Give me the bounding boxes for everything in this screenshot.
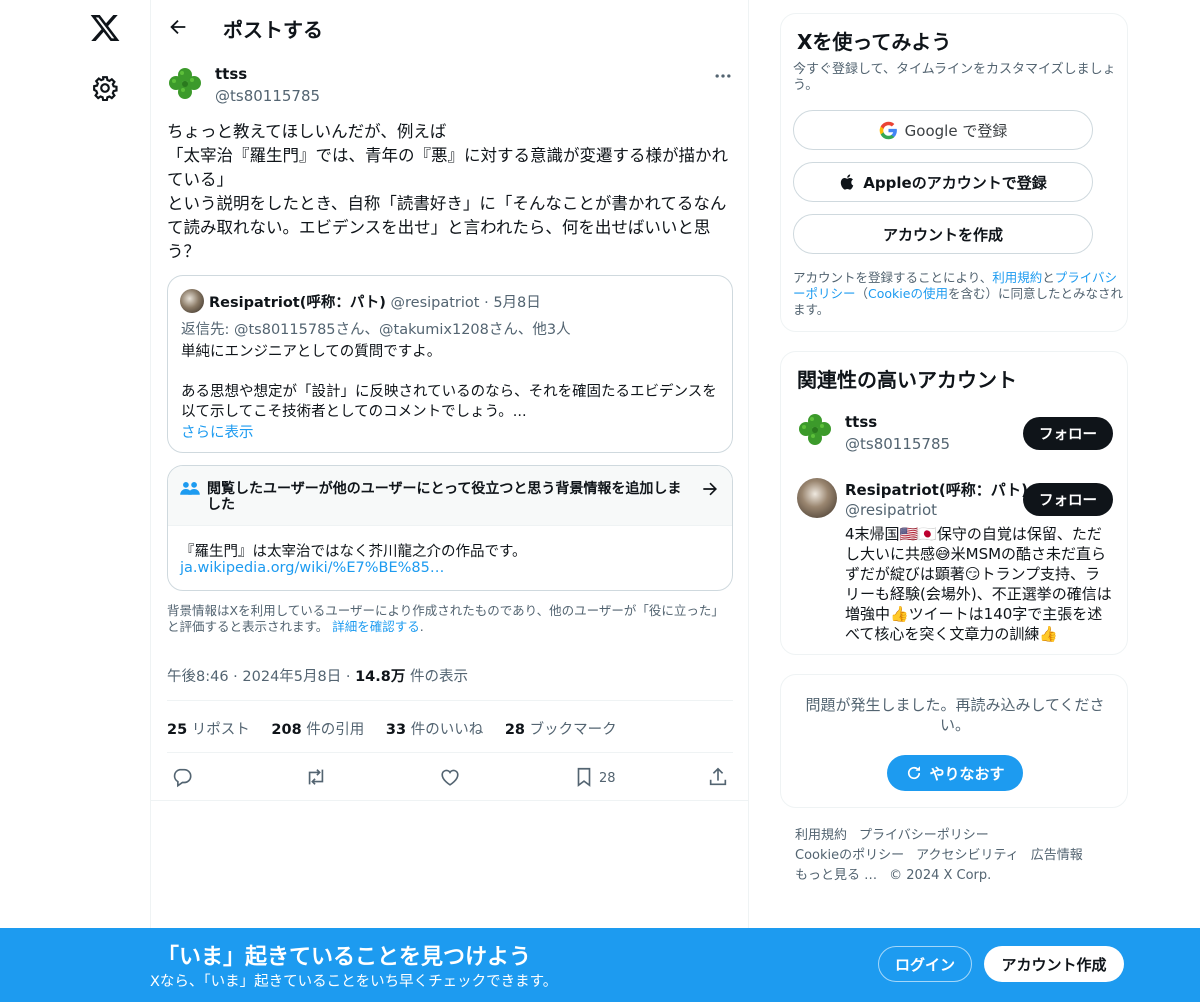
banner-title: 「いま」起きていることを見つけよう bbox=[157, 945, 532, 970]
account-avatar[interactable] bbox=[797, 478, 837, 518]
left-nav bbox=[0, 0, 150, 930]
quote-date: 5月8日 bbox=[493, 295, 541, 311]
post-text: ちょっと教えてほしいんだが、例えば 「太宰治『羅生門』では、青年の『悪』に対する… bbox=[167, 122, 728, 261]
footer-period: . bbox=[419, 619, 424, 634]
post-meta: 午後8:46 · 2024年5月8日 · 14.8万 件の表示 bbox=[167, 665, 468, 686]
bookmarks-stat[interactable]: 28 ブックマーク bbox=[505, 722, 617, 738]
likes-stat[interactable]: 33 件のいいね bbox=[386, 722, 483, 738]
banner-subtitle: Xなら、「いま」起きていることをいち早くチェックできます。 bbox=[150, 974, 558, 990]
signup-card: Xを使ってみよう 今すぐ登録して、タイムラインをカスタマイズしましょう。 Goo… bbox=[780, 13, 1128, 332]
signup-banner: 「いま」起きていることを見つけよう Xなら、「いま」起きていることをいち早くチェ… bbox=[0, 928, 1200, 1002]
show-more-link[interactable]: さらに表示 bbox=[181, 421, 254, 442]
page-title: ポストする bbox=[223, 18, 323, 42]
community-note-footer: 背景情報はXを利用しているユーザーにより作成されたものであり、他のユーザーが「役… bbox=[167, 603, 733, 635]
relevant-accounts-title: 関連性の高いアカウント bbox=[797, 368, 1017, 392]
reposts-stat[interactable]: 25 リポスト bbox=[167, 722, 250, 738]
follow-button[interactable]: フォロー bbox=[1023, 417, 1113, 450]
engagement-stats: 25 リポスト 208 件の引用 33 件のいいね 28 ブックマーク bbox=[167, 718, 634, 739]
divider bbox=[167, 700, 733, 701]
divider bbox=[151, 800, 749, 801]
footer-link[interactable]: アクセシビリティ bbox=[916, 848, 1019, 863]
back-arrow-icon[interactable] bbox=[167, 16, 189, 38]
author-name[interactable]: ttss bbox=[215, 65, 247, 83]
quotes-stat[interactable]: 208 件の引用 bbox=[271, 722, 364, 738]
quote-header: Resipatriot(呼称：パト) @resipatriot · 5月8日 bbox=[209, 291, 541, 312]
views-count: 14.8万 bbox=[355, 669, 406, 685]
footer-link[interactable]: もっと見る … bbox=[795, 868, 877, 883]
community-note-body: 『羅生門』は太宰治ではなく芥川龍之介の作品です。 bbox=[180, 544, 527, 560]
apple-signup-label: Appleのアカウントで登録 bbox=[863, 173, 1047, 192]
google-signup-button[interactable]: Google で登録 bbox=[793, 110, 1093, 150]
google-icon bbox=[879, 121, 897, 139]
account-avatar[interactable] bbox=[797, 412, 833, 448]
x-logo-icon[interactable] bbox=[89, 12, 121, 44]
author-handle[interactable]: @ts80115785 bbox=[215, 87, 320, 105]
signup-terms: アカウントを登録することにより、利用規約とプライバシーポリシー（Cookieの使… bbox=[793, 270, 1123, 317]
google-signup-label: Google で登録 bbox=[904, 121, 1008, 140]
footer-link[interactable]: Cookieのポリシー bbox=[795, 848, 904, 863]
quote-author-handle: @resipatriot bbox=[390, 295, 480, 311]
apple-icon bbox=[841, 174, 854, 190]
repost-icon[interactable] bbox=[305, 766, 327, 788]
bookmark-icon[interactable] bbox=[573, 766, 595, 788]
relevant-accounts-card: 関連性の高いアカウント ttss @ts80115785 フォロー Resipa… bbox=[780, 351, 1128, 655]
footer-link[interactable]: 広告情報 bbox=[1031, 848, 1083, 863]
users-icon bbox=[180, 482, 200, 495]
community-note[interactable]: 閲覧したユーザーが他のユーザーにとって役立つと思う背景情報を追加しました 『羅生… bbox=[167, 465, 733, 591]
copyright: © 2024 X Corp. bbox=[889, 868, 992, 883]
quote-avatar bbox=[180, 289, 204, 313]
account-name[interactable]: ttss bbox=[845, 413, 877, 431]
account-handle[interactable]: @ts80115785 bbox=[845, 435, 950, 453]
post-date[interactable]: 2024年5月8日 bbox=[242, 669, 341, 685]
account-name[interactable]: Resipatriot(呼称：パト) bbox=[845, 479, 1028, 500]
error-card: 問題が発生しました。再読み込みしてください。 やりなおす bbox=[780, 674, 1128, 808]
apple-signup-button[interactable]: Appleのアカウントで登録 bbox=[793, 162, 1093, 202]
footer-links: 利用規約 プライバシーポリシー Cookieのポリシー アクセシビリティ 広告情報 も… bbox=[795, 826, 1125, 886]
account-bio: 4末帰国🇺🇸🇯🇵保守の自覚は保留、ただし大いに共感😅米MSMの酷さ未だ直らずだが… bbox=[845, 525, 1112, 643]
community-note-header[interactable]: 閲覧したユーザーが他のユーザーにとって役立つと思う背景情報を追加しました bbox=[168, 466, 732, 526]
quote-separator: · bbox=[484, 295, 489, 311]
signup-button[interactable]: アカウント作成 bbox=[984, 946, 1124, 982]
create-account-button[interactable]: アカウントを作成 bbox=[793, 214, 1093, 254]
meta-separator: · bbox=[345, 669, 356, 685]
more-icon[interactable] bbox=[713, 66, 733, 86]
error-message: 問題が発生しました。再読み込みしてください。 bbox=[805, 696, 1105, 734]
terms-link[interactable]: 利用規約 bbox=[992, 270, 1042, 285]
quoted-post[interactable]: Resipatriot(呼称：パト) @resipatriot · 5月8日 返… bbox=[167, 275, 733, 453]
community-note-link[interactable]: ja.wikipedia.org/wiki/%E7%BE%85… bbox=[180, 560, 444, 576]
signup-card-title: Xを使ってみよう bbox=[797, 30, 952, 54]
arrow-right-icon[interactable] bbox=[700, 479, 720, 499]
login-button[interactable]: ログイン bbox=[878, 946, 972, 982]
share-icon[interactable] bbox=[707, 766, 729, 788]
community-note-footer-text: 背景情報はXを利用しているユーザーにより作成されたものであり、他のユーザーが「役… bbox=[167, 603, 724, 634]
community-note-title: 閲覧したユーザーが他のユーザーにとって役立つと思う背景情報を追加しました bbox=[207, 481, 682, 513]
follow-button[interactable]: フォロー bbox=[1023, 483, 1113, 516]
main-column: ポストする ttss @ts80115785 ちょっと教えてほしいんだが、例えば… bbox=[150, 0, 749, 930]
reply-icon[interactable] bbox=[171, 766, 193, 788]
footer-link[interactable]: プライバシーポリシー bbox=[859, 828, 989, 843]
divider bbox=[167, 752, 733, 753]
meta-separator: · bbox=[233, 669, 243, 685]
like-icon[interactable] bbox=[439, 766, 461, 788]
retry-button[interactable]: やりなおす bbox=[887, 755, 1023, 791]
author-avatar[interactable] bbox=[167, 66, 203, 102]
community-note-learn-more[interactable]: 詳細を確認する bbox=[332, 619, 420, 634]
account-handle[interactable]: @resipatriot bbox=[845, 501, 937, 519]
signup-card-subtitle: 今すぐ登録して、タイムラインをカスタマイズしましょう。 bbox=[793, 62, 1116, 93]
quote-author-name: Resipatriot(呼称：パト) bbox=[209, 295, 386, 311]
views-label: 件の表示 bbox=[409, 669, 468, 685]
post-time[interactable]: 午後8:46 bbox=[167, 669, 229, 685]
quote-reply-to: 返信先: @ts80115785さん、@takumix1208さん、他3人 bbox=[181, 322, 571, 338]
refresh-icon bbox=[908, 766, 921, 780]
bookmark-count: 28 bbox=[599, 771, 616, 786]
gear-icon[interactable] bbox=[92, 75, 118, 101]
cookie-link[interactable]: Cookieの使用 bbox=[868, 286, 948, 301]
create-account-label: アカウントを作成 bbox=[882, 225, 1003, 244]
quote-text: 単純にエンジニアとしての質問ですよ。 ある思想や想定が「設計」に反映されているの… bbox=[181, 344, 717, 420]
retry-label: やりなおす bbox=[929, 764, 1005, 783]
page-header: ポストする bbox=[151, 0, 749, 54]
footer-link[interactable]: 利用規約 bbox=[795, 828, 847, 843]
